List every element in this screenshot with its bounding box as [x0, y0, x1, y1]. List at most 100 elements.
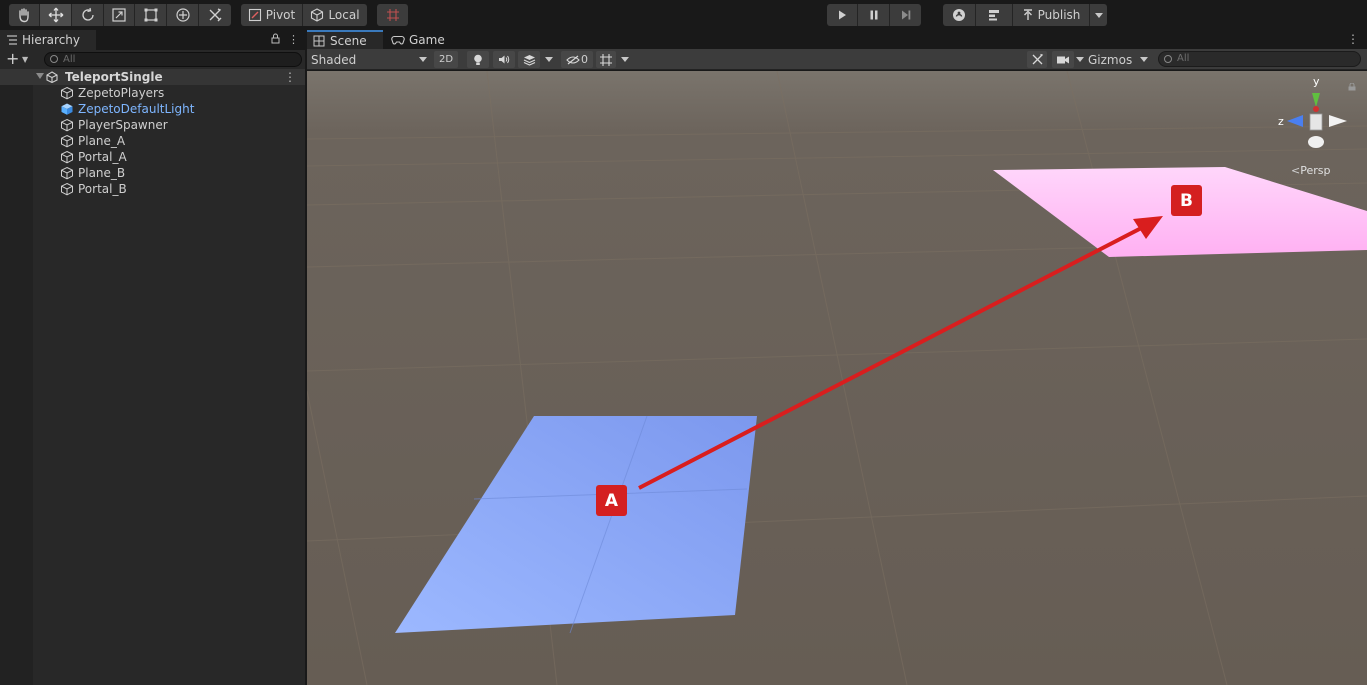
create-plus-icon[interactable]: +: [6, 50, 19, 68]
scale-tool-button[interactable]: [104, 4, 135, 26]
grid-icon: [313, 35, 325, 46]
effects-toggle[interactable]: [518, 51, 540, 68]
list-item[interactable]: ZepetoPlayers: [60, 85, 164, 101]
pause-icon: [870, 10, 877, 20]
lightbulb-icon: [474, 54, 482, 65]
scene-kebab-icon[interactable]: ⋮: [284, 70, 296, 84]
scale-icon: [112, 8, 126, 22]
grid-hash-icon: [600, 53, 612, 66]
camera-settings[interactable]: [1052, 51, 1074, 68]
gizmos-dropdown[interactable]: Gizmos: [1088, 51, 1150, 68]
move-tool-button[interactable]: [40, 4, 72, 26]
create-caret-icon[interactable]: ▼: [22, 50, 28, 69]
cube-icon: [61, 118, 73, 132]
list-item[interactable]: Portal_A: [60, 149, 127, 165]
2d-toggle-button[interactable]: 2D: [434, 51, 458, 68]
pivot-button[interactable]: Pivot: [241, 4, 303, 26]
pivot-label: Pivot: [265, 8, 296, 22]
pivot-icon: [248, 8, 261, 22]
marker-a: A: [596, 485, 627, 516]
neg-y-cone[interactable]: [1308, 136, 1324, 148]
grid-dropdown[interactable]: [621, 51, 633, 68]
move-icon: [48, 7, 63, 23]
layers-stack-icon: [523, 54, 535, 66]
shading-mode-label: Shaded: [311, 52, 357, 67]
list-item[interactable]: Plane_A: [60, 133, 125, 149]
rect-tool-button[interactable]: [135, 4, 167, 26]
step-icon: [901, 10, 910, 20]
scene-tabbar: Scene Game ⋮: [307, 30, 1367, 49]
pivot-local-group: Pivot Local: [241, 4, 367, 26]
caret-down-icon: [545, 57, 553, 62]
tab-game[interactable]: Game: [391, 30, 451, 49]
hidden-count: 0: [581, 53, 588, 66]
scene-kebab-icon[interactable]: ⋮: [1347, 32, 1359, 46]
cube-icon: [61, 86, 73, 100]
rotate-icon: [81, 7, 94, 21]
transform-tools: [9, 4, 231, 26]
unity-scene-icon: [46, 71, 58, 83]
expand-arrow-icon[interactable]: [36, 73, 44, 79]
publish-button[interactable]: Publish: [1013, 4, 1090, 26]
scene-viewport[interactable]: y z <Persp A B: [307, 71, 1367, 685]
scene-root-row[interactable]: TeleportSingle ⋮: [0, 69, 305, 85]
pause-button[interactable]: [858, 4, 890, 26]
caret-down-icon: [1140, 57, 1148, 62]
grid-snap-group: [377, 4, 408, 26]
custom-tool-button[interactable]: [199, 4, 231, 26]
lighting-toggle[interactable]: [467, 51, 489, 68]
hierarchy-search-input[interactable]: All: [44, 52, 302, 67]
cube-icon: [61, 182, 73, 196]
y-axis-label: y: [1313, 75, 1320, 88]
play-button[interactable]: [827, 4, 858, 26]
list-item[interactable]: PlayerSpawner: [60, 117, 168, 133]
gizmo-center-cube[interactable]: [1309, 113, 1323, 131]
tools-toggle[interactable]: [1027, 51, 1047, 68]
item-label: Plane_A: [78, 134, 126, 148]
step-button[interactable]: [890, 4, 921, 26]
gizmo-small-red: [1313, 106, 1319, 112]
scene-search-input[interactable]: All: [1158, 51, 1361, 67]
marker-a-label: A: [604, 490, 619, 511]
camera-dropdown[interactable]: [1076, 51, 1088, 68]
shading-mode-dropdown[interactable]: Shaded: [311, 51, 427, 68]
search-icon: [50, 55, 58, 63]
playmode-controls: [827, 4, 921, 26]
cube-icon: [61, 134, 73, 148]
rotate-tool-button[interactable]: [72, 4, 104, 26]
scene-visibility-toggle[interactable]: 0: [561, 51, 593, 68]
gizmo-lock-icon[interactable]: [1348, 83, 1356, 91]
build-settings-button[interactable]: [976, 4, 1013, 26]
gizmos-label: Gizmos: [1088, 52, 1133, 67]
persp-arrow-icon: <: [1291, 164, 1301, 177]
scene-view-toolbar: Shaded 2D 0 Gizmos All: [307, 49, 1367, 70]
main-toolbar: Pivot Local Publish: [0, 0, 1367, 30]
transform-tool-button[interactable]: [167, 4, 199, 26]
account-button[interactable]: [943, 4, 976, 26]
hand-tool-button[interactable]: [9, 4, 40, 26]
transform-icon: [175, 8, 190, 22]
item-label: ZepetoDefaultLight: [78, 102, 195, 116]
lock-icon[interactable]: [271, 33, 280, 44]
tab-scene[interactable]: Scene: [307, 30, 383, 49]
search-icon: [1164, 55, 1172, 63]
publish-dropdown-button[interactable]: [1090, 4, 1107, 26]
kebab-menu-icon[interactable]: ⋮: [288, 33, 299, 46]
hand-icon: [19, 8, 29, 23]
grid-toggle[interactable]: [596, 51, 616, 68]
list-item[interactable]: ZepetoDefaultLight: [60, 101, 194, 117]
z-axis-label: z: [1278, 115, 1284, 128]
local-label: Local: [328, 8, 360, 22]
local-button[interactable]: Local: [303, 4, 367, 26]
projection-toggle[interactable]: <Persp: [1291, 164, 1330, 177]
audio-toggle[interactable]: [493, 51, 515, 68]
list-item[interactable]: Portal_B: [60, 181, 127, 197]
hierarchy-tab-label: Hierarchy: [22, 33, 81, 47]
item-label: Plane_B: [78, 166, 126, 180]
tab-hierarchy[interactable]: Hierarchy: [0, 30, 96, 50]
upload-icon: [1023, 9, 1032, 20]
grid-snap-button[interactable]: [377, 4, 408, 26]
effects-dropdown[interactable]: [545, 51, 557, 68]
cube-icon: [61, 166, 73, 180]
list-item[interactable]: Plane_B: [60, 165, 125, 181]
